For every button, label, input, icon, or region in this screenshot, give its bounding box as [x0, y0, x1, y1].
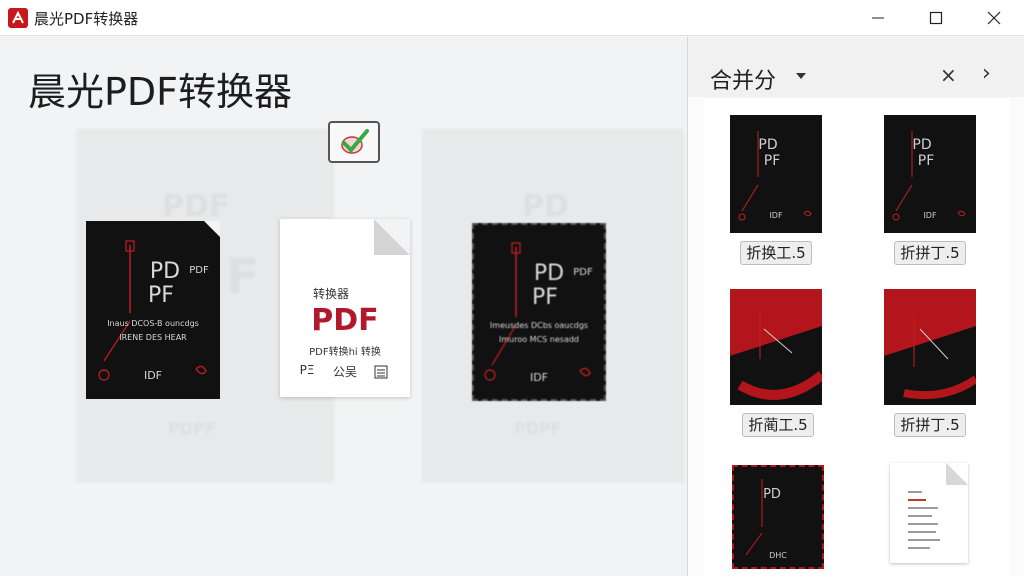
- main-area: 晨光PDF转换器 PDF F PDPF PD F PDPF PD PDF PF …: [0, 37, 686, 576]
- thumb-text: IDF: [923, 211, 937, 220]
- panel-next-button[interactable]: ›: [982, 61, 991, 86]
- minimize-icon: [872, 17, 884, 19]
- thumb-text: PD: [758, 137, 778, 153]
- ghost-text: PDPF: [514, 419, 562, 438]
- doc-text: PDF: [573, 267, 593, 278]
- document-lines-icon: [374, 365, 388, 379]
- maximize-icon: [929, 11, 943, 25]
- select-toggle-button[interactable]: [328, 121, 380, 163]
- thumbnail-label[interactable]: 折换工.5: [740, 241, 812, 265]
- thumbnail-grid: PD PF IDF 折换工.5 PD PF IDF 折拼丁.5 折蔺工.5 折拼…: [704, 99, 1010, 576]
- thumbnail-label[interactable]: 折拼丁.5: [894, 413, 966, 437]
- page-thumbnail[interactable]: PD PF IDF: [730, 115, 822, 233]
- app-logo-icon: [8, 8, 28, 28]
- checkbox-checked-icon: [341, 129, 369, 154]
- pen-drawing-icon: [737, 309, 822, 400]
- ghost-text: PD: [522, 189, 569, 224]
- pdf-label: PDF: [311, 303, 379, 338]
- page-thumbnail[interactable]: [884, 289, 976, 405]
- page-title: 晨光PDF转换器: [28, 70, 293, 114]
- close-button[interactable]: [965, 0, 1023, 36]
- pen-drawing-icon: [903, 313, 976, 400]
- thumb-text: PF: [763, 153, 781, 169]
- thumb-text: IDF: [769, 211, 783, 220]
- thumbnail-label[interactable]: 折蔺工.5: [742, 413, 814, 437]
- maximize-button[interactable]: [907, 0, 965, 36]
- pdf-document-card[interactable]: PD PDF PF Inaus DCOS-B ouncdgs IRENE DES…: [86, 221, 220, 399]
- minimize-button[interactable]: [849, 0, 907, 36]
- doc-header-text: 转换器: [312, 287, 349, 301]
- thumb-text: DHC: [769, 551, 787, 560]
- thumb-text: PF: [917, 153, 935, 169]
- merge-split-dropdown[interactable]: 合并分: [710, 63, 776, 95]
- thumb-text: PD: [912, 137, 932, 153]
- window-title: 晨光PDF转换器: [34, 10, 139, 28]
- doc-text: PF: [148, 283, 174, 308]
- pdf-document-card[interactable]: PD PDF PF Imeusdes DCbs oaucdgs Imuroo M…: [472, 223, 606, 401]
- chevron-down-icon[interactable]: [796, 73, 806, 79]
- doc-text: Imeusdes DCbs oaucdgs: [489, 321, 589, 330]
- title-bar: 晨光PDF转换器: [0, 0, 1024, 36]
- merge-split-panel: 合并分 × › PD PF IDF 折换工.5 PD PF IDF 折拼丁.5: [687, 37, 1024, 576]
- page-thumbnail[interactable]: PD DHC: [732, 465, 824, 569]
- thumb-text: PD: [763, 487, 781, 502]
- ghost-text: PDF: [162, 189, 230, 224]
- doc-text: IDF: [529, 371, 549, 384]
- close-icon: [987, 11, 1001, 25]
- doc-text: PDF: [189, 265, 209, 276]
- ghost-text: PDPF: [168, 419, 216, 438]
- page-thumbnail[interactable]: [730, 289, 822, 405]
- doc-text: IRENE DES HEAR: [119, 333, 187, 342]
- page-thumbnail[interactable]: PD PF IDF: [884, 115, 976, 233]
- thumbnail-label[interactable]: 折拼丁.5: [894, 241, 966, 265]
- panel-close-button[interactable]: ×: [940, 63, 957, 87]
- doc-text: Inaus DCOS-B ouncdgs: [107, 319, 199, 328]
- panel-header: 合并分 × ›: [688, 37, 1024, 97]
- page-thumbnail[interactable]: [890, 463, 968, 563]
- doc-text: IDF: [143, 369, 163, 382]
- doc-text: PDF转换hi 转换: [309, 347, 381, 358]
- doc-text: 公吴: [332, 365, 357, 379]
- doc-text: Imuroo MCS nesadd: [499, 335, 579, 344]
- doc-text: PF: [532, 285, 558, 310]
- pdf-document-card[interactable]: 转换器 PDF PDF转换hi 转换 PΞ 公吴: [280, 219, 410, 397]
